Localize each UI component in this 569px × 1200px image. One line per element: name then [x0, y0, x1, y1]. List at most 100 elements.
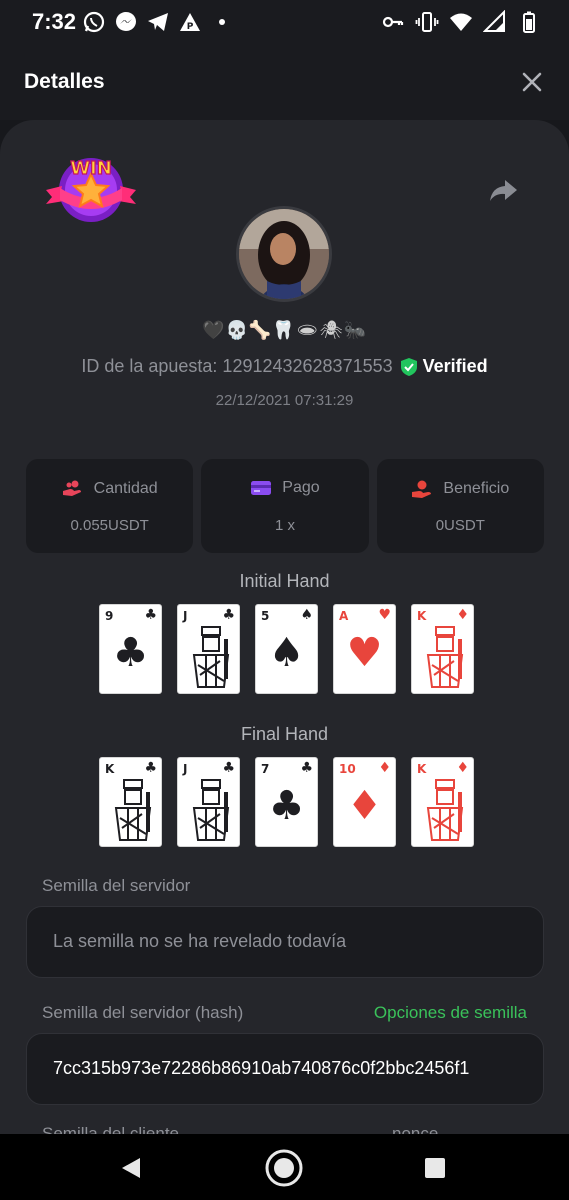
bet-id: ID de la apuesta: 12912432628371553: [81, 356, 393, 376]
final-hand-title: Final Hand: [240, 724, 329, 744]
card-suit: ♦: [456, 607, 469, 623]
header: Detalles: [0, 44, 569, 120]
verified-badge: Verified: [399, 356, 488, 377]
playing-card: A ♥ ♥: [333, 604, 396, 694]
stat-label: Cantidad: [93, 480, 158, 497]
card-rank: K: [105, 762, 115, 776]
profit-hand-icon: [412, 480, 432, 498]
wifi-icon: [450, 13, 472, 31]
home-icon[interactable]: [264, 1148, 304, 1188]
card-center-suit: ♥: [346, 630, 383, 676]
card-suit: ♣: [300, 760, 313, 776]
card-rank: 10: [339, 762, 356, 776]
card-rank: K: [417, 762, 427, 776]
status-left-icons: P: [82, 10, 234, 34]
playing-card: K ♣: [99, 757, 162, 847]
card-suit: ♣: [222, 607, 235, 623]
playing-card: 9 ♣ ♣: [99, 604, 162, 694]
svg-text:P: P: [187, 22, 194, 32]
client-seed-label: Semilla del cliente: [42, 1124, 180, 1134]
notification-app-icon: P: [180, 13, 200, 32]
stat-value: 0USDT: [435, 517, 485, 534]
card-rank: 7: [261, 762, 270, 776]
vibrate-icon: [415, 12, 439, 32]
win-badge-icon: WIN: [46, 157, 136, 222]
server-seed-hash-label: Semilla del servidor (hash): [42, 1003, 244, 1022]
stat-label: Beneficio: [443, 480, 510, 497]
card-rank: 9: [105, 609, 114, 623]
details-sheet: WIN 🖤💀🦴🦷🕳🕷🐜 ID de la apuesta: 1291243262…: [0, 120, 569, 1134]
coins-hand-icon: [62, 480, 81, 496]
card-suit: ♦: [456, 760, 469, 776]
playing-card: J ♣: [177, 604, 240, 694]
card-rank: 5: [261, 609, 270, 623]
recents-icon[interactable]: [415, 1148, 455, 1188]
card-suit: ♠: [300, 607, 313, 623]
share-icon[interactable]: [486, 173, 520, 207]
card-center-suit: ♣: [268, 783, 305, 829]
stats-row: Cantidad 0.055USDT Pago 1 x Beneficio 0U…: [26, 459, 544, 553]
initial-hand-title: Initial Hand: [239, 571, 330, 591]
nonce-label: nonce: [392, 1124, 439, 1134]
playing-card: K ♦: [411, 604, 474, 694]
card-suit: ♣: [222, 760, 235, 776]
messenger-icon: [116, 12, 136, 31]
dot-icon: [219, 19, 225, 25]
avatar[interactable]: [236, 206, 332, 302]
bet-date: 22/12/2021 07:31:29: [215, 392, 354, 409]
card-rank: A: [339, 609, 349, 623]
verified-label: Verified: [422, 356, 488, 376]
status-right-icons: [381, 10, 541, 34]
playing-card: K ♦: [411, 757, 474, 847]
card-center-suit: ♦: [346, 783, 383, 829]
stat-payout: Pago 1 x: [201, 459, 369, 553]
playing-card: J ♣: [177, 757, 240, 847]
navigation-bar: [0, 1134, 569, 1200]
face-card-figure-icon: [426, 626, 464, 688]
playing-card: 7 ♣ ♣: [255, 757, 318, 847]
card-suit: ♣: [144, 607, 157, 623]
stat-value: 0.055USDT: [70, 517, 149, 534]
whatsapp-icon: [83, 11, 105, 33]
face-card-figure-icon: [192, 779, 230, 841]
card-center-suit: ♠: [268, 630, 305, 676]
server-seed-field: La semilla no se ha revelado todavía: [26, 906, 544, 978]
card-suit: ♥: [378, 607, 391, 623]
card-rank: J: [183, 609, 188, 623]
stat-profit: Beneficio 0USDT: [376, 459, 544, 553]
battery-icon: [523, 11, 535, 33]
face-card-figure-icon: [192, 626, 230, 688]
page-title: Detalles: [24, 70, 105, 93]
stat-label: Pago: [282, 479, 320, 496]
card-icon: [251, 481, 272, 495]
avatar-image: [239, 209, 329, 299]
key-icon: [382, 16, 404, 28]
card-suit: ♣: [144, 760, 157, 776]
back-icon[interactable]: [112, 1148, 152, 1188]
win-badge-text: WIN: [70, 158, 112, 179]
server-seed-hash-value: 7cc315b973e72286b86910ab740876c0f2bbc245…: [53, 1058, 470, 1078]
card-suit: ♦: [378, 760, 391, 776]
close-icon[interactable]: [515, 65, 549, 99]
bet-id-row: ID de la apuesta: 12912432628371553 Veri…: [0, 356, 569, 377]
status-time: 7:32: [32, 9, 77, 34]
card-center-suit: ♣: [112, 630, 149, 676]
initial-hand-cards: 9 ♣ ♣ J ♣ 5 ♠ ♠ A ♥ ♥ K ♦: [99, 604, 474, 694]
card-rank: J: [183, 762, 188, 776]
stat-amount: Cantidad 0.055USDT: [26, 459, 194, 553]
server-seed-hash-field[interactable]: 7cc315b973e72286b86910ab740876c0f2bbc245…: [26, 1033, 544, 1105]
card-rank: K: [417, 609, 427, 623]
status-bar: 7:32 P: [0, 0, 569, 44]
playing-card: 10 ♦ ♦: [333, 757, 396, 847]
face-card-figure-icon: [426, 779, 464, 841]
seed-options-link[interactable]: Opciones de semilla: [374, 1003, 527, 1023]
telegram-icon: [148, 13, 168, 31]
shield-check-icon: [400, 357, 417, 376]
server-seed-value: La semilla no se ha revelado todavía: [53, 931, 347, 951]
signal-icon: [483, 10, 505, 32]
final-hand-cards: K ♣ J ♣ 7 ♣ ♣ 10 ♦ ♦ K ♦: [99, 757, 474, 847]
stat-value: 1 x: [274, 517, 295, 534]
server-seed-label: Semilla del servidor: [42, 876, 191, 895]
playing-card: 5 ♠ ♠: [255, 604, 318, 694]
user-emoji-name: 🖤💀🦴🦷🕳🕷🐜: [202, 320, 367, 340]
